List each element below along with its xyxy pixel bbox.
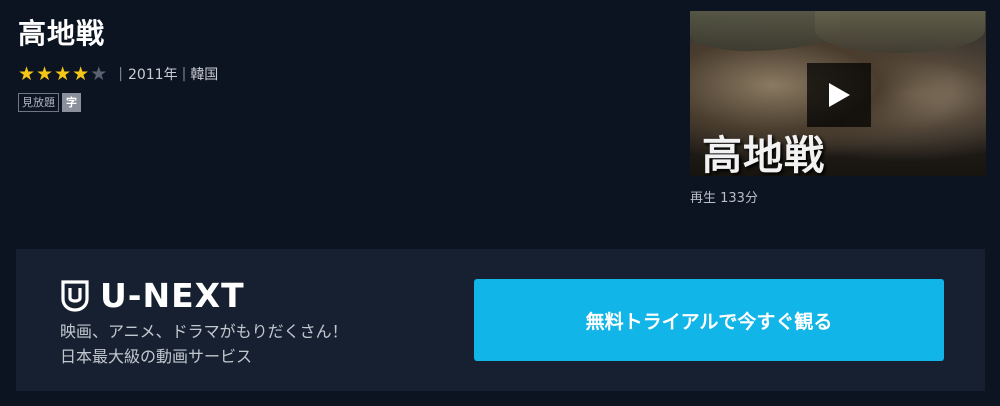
country: 韓国 <box>190 67 219 83</box>
subtitle-badge: 字 <box>62 93 81 112</box>
play-icon <box>829 83 850 107</box>
unlimited-badge: 見放題 <box>18 93 59 112</box>
star-icon: ★ <box>90 63 108 85</box>
thumbnail-artwork <box>815 11 985 53</box>
logo-text: U-NEXT <box>100 276 245 315</box>
tagline-line: 映画、アニメ、ドラマがもりだくさん！ <box>60 322 348 341</box>
u-next-logo: U-NEXT <box>60 276 245 315</box>
star-icon: ★ <box>54 63 72 85</box>
page-title: 高地戦 <box>18 17 106 50</box>
thumbnail-title: 高地戦 <box>702 132 825 176</box>
star-icon: ★ <box>36 63 54 85</box>
video-thumbnail[interactable]: 高地戦 <box>690 11 986 176</box>
free-trial-button[interactable]: 無料トライアルで今すぐ観る <box>474 279 944 361</box>
promo-banner: U-NEXT 映画、アニメ、ドラマがもりだくさん！ 日本最大級の動画サービス 無… <box>16 249 985 391</box>
tagline-line: 日本最大級の動画サービス <box>60 347 253 366</box>
play-button[interactable] <box>807 63 871 127</box>
separator: | <box>118 66 123 82</box>
separator: | <box>181 66 187 82</box>
promo-tagline: 映画、アニメ、ドラマがもりだくさん！ 日本最大級の動画サービス <box>60 319 348 369</box>
star-icon: ★ <box>72 63 90 85</box>
duration-label: 再生 133分 <box>690 191 758 206</box>
u-next-shield-icon <box>61 279 89 312</box>
badge-group: 見放題 字 <box>18 93 81 112</box>
star-icon: ★ <box>18 63 36 85</box>
rating-row: ★ ★ ★ ★ ★ | 2011年 | 韓国 <box>18 64 218 84</box>
release-year: 2011年 <box>127 67 178 83</box>
